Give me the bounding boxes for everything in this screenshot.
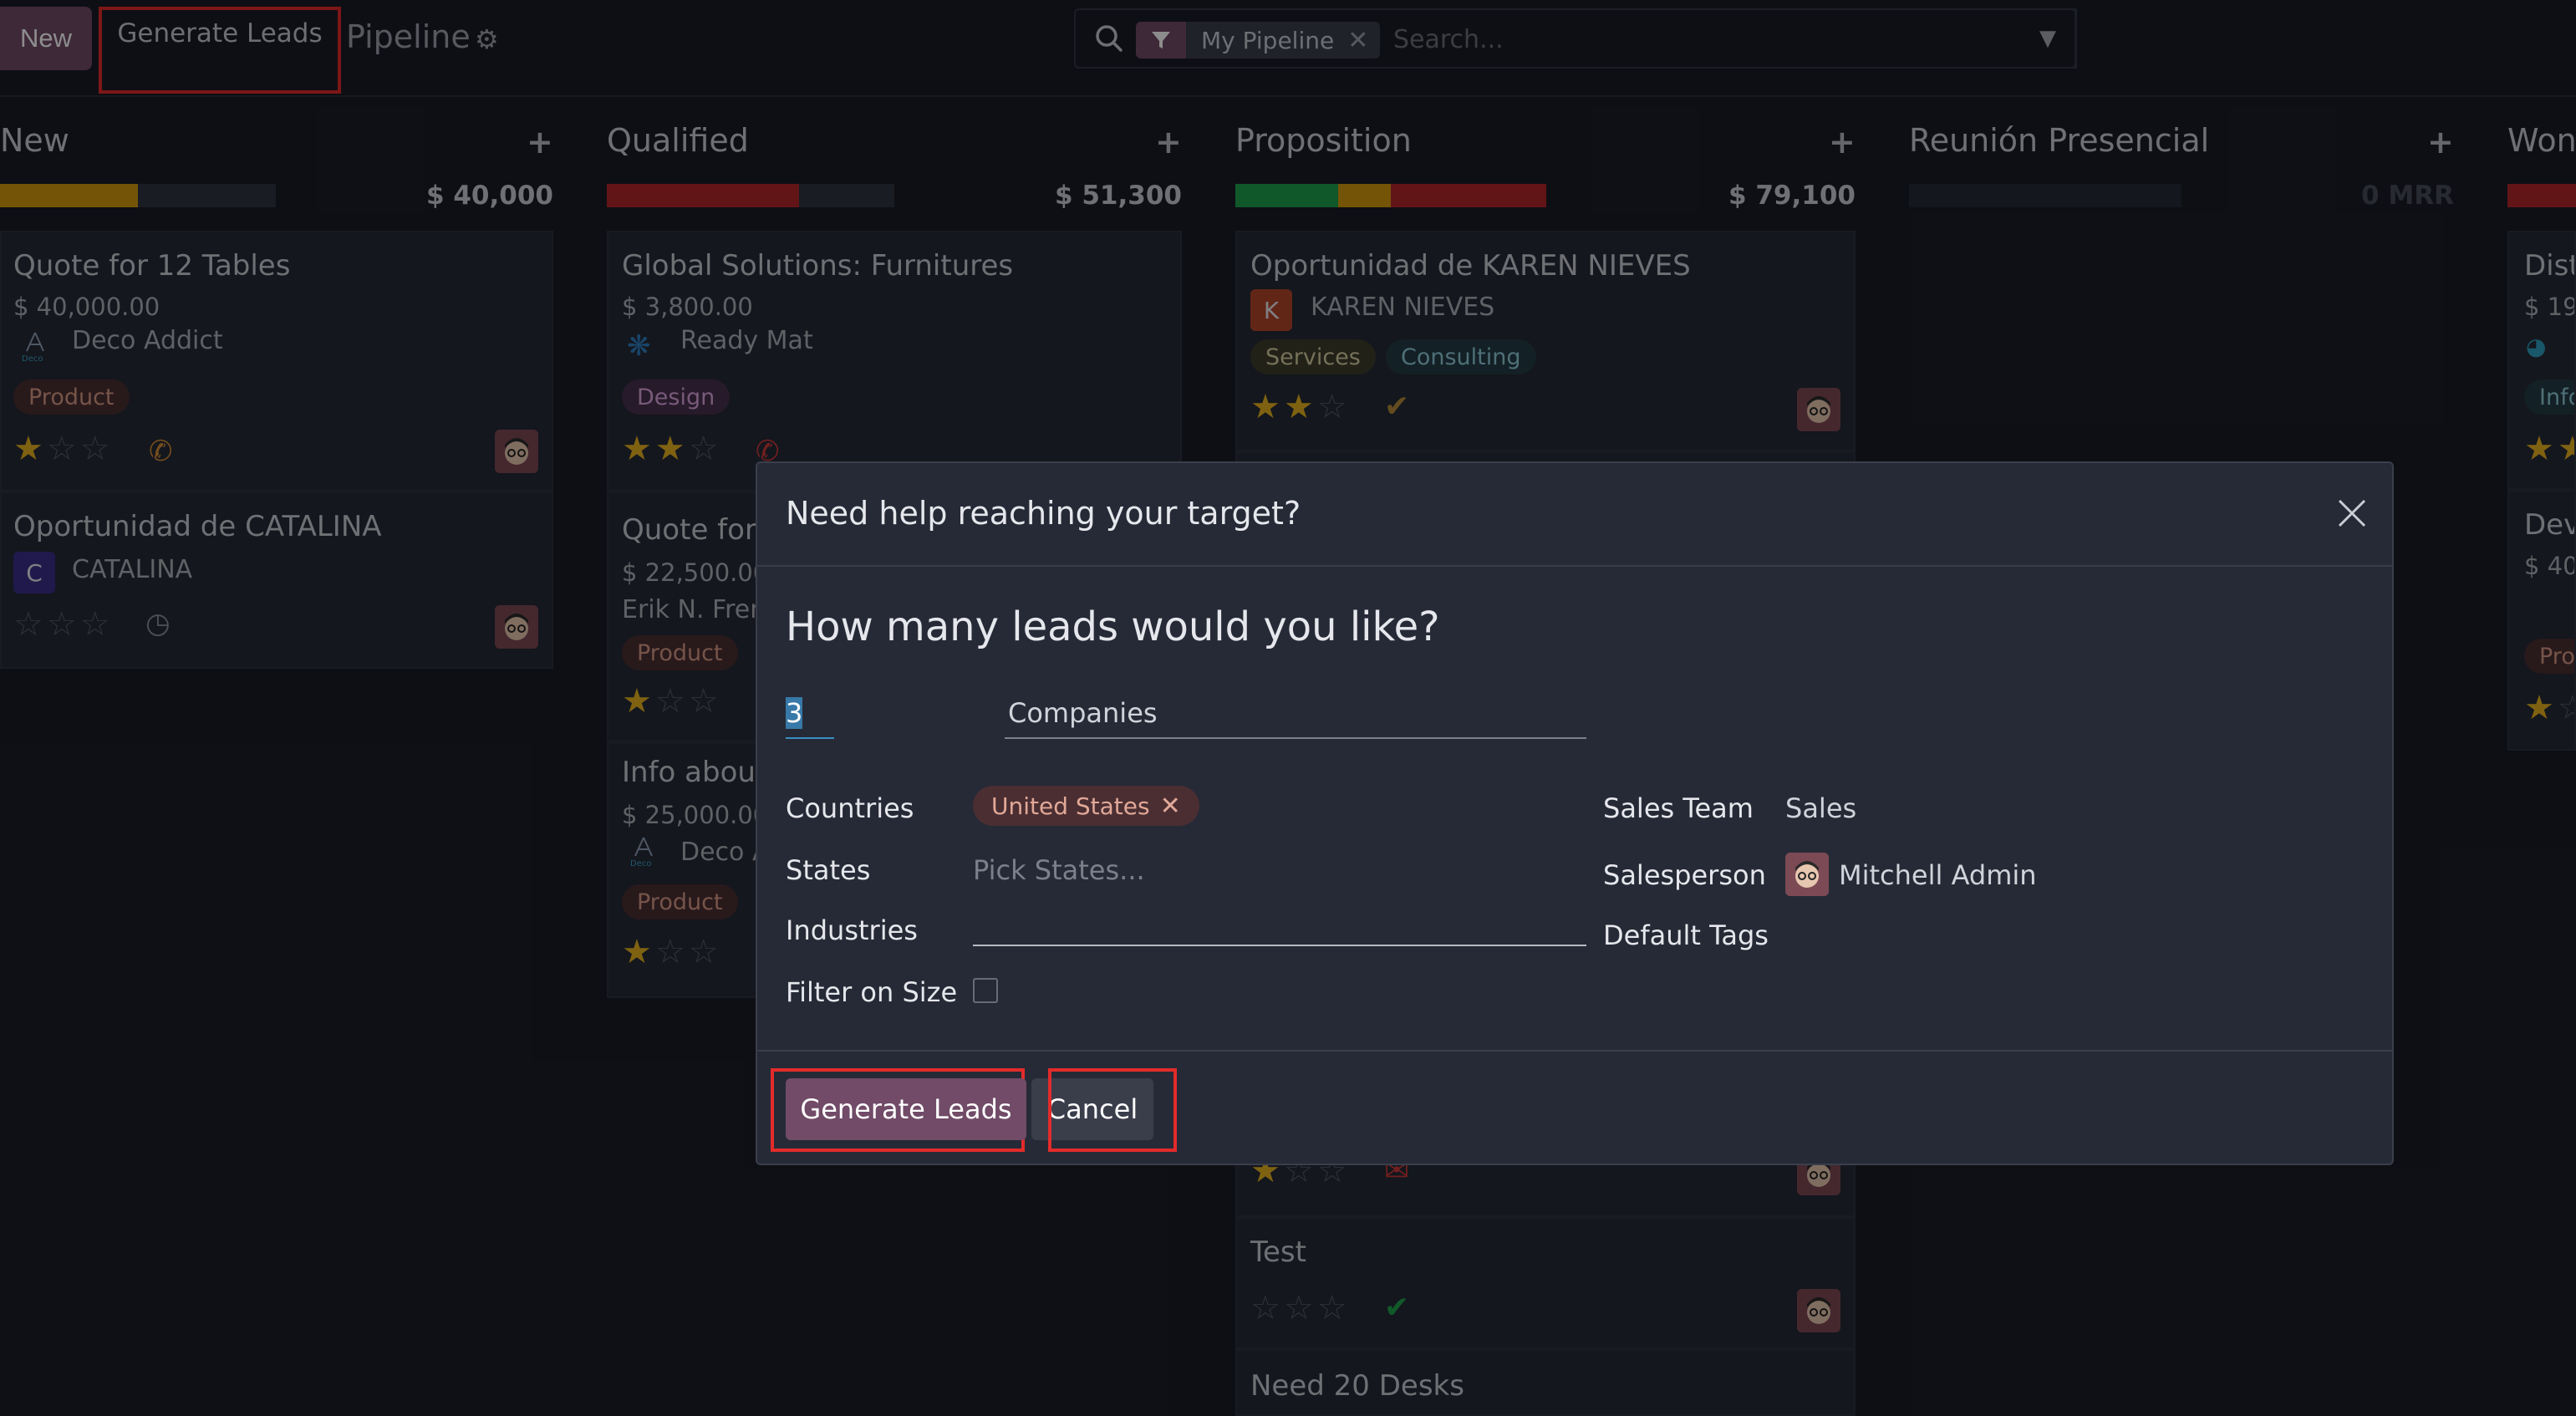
filter-size-checkbox[interactable] (973, 978, 998, 1003)
sales-team-label: Sales Team (1603, 792, 1754, 824)
lead-count-question: How many leads would you like? (786, 604, 1440, 650)
modal-title: Need help reaching your target? (786, 495, 1301, 532)
sales-team-field[interactable]: Sales (1785, 792, 1856, 824)
states-input[interactable]: Pick States... (973, 854, 1145, 886)
lead-count-value: 3 (786, 697, 803, 729)
generate-leads-submit-button[interactable]: Generate Leads (786, 1078, 1026, 1140)
remove-tag-icon[interactable]: ✕ (1160, 792, 1181, 821)
generate-leads-dialog: Need help reaching your target? How many… (756, 461, 2394, 1165)
states-label: States (786, 854, 871, 886)
highlight-outline (1048, 1068, 1177, 1152)
salesperson-field[interactable]: Mitchell Admin (1839, 859, 2037, 891)
country-tag-label: United States (991, 792, 1150, 820)
modal-footer: Generate Leads Cancel (757, 1050, 2392, 1165)
avatar (1785, 853, 1829, 896)
industries-input[interactable] (973, 898, 1586, 946)
filter-size-label: Filter on Size (786, 976, 958, 1008)
close-icon[interactable] (2335, 497, 2369, 530)
lead-count-input[interactable]: 3 (786, 697, 834, 739)
salesperson-label: Salesperson (1603, 859, 1766, 891)
industries-label: Industries (786, 914, 918, 946)
default-tags-label: Default Tags (1603, 919, 1769, 951)
country-tag[interactable]: United States ✕ (973, 786, 1199, 826)
lead-type-select[interactable]: Companies (1005, 697, 1586, 739)
modal-header: Need help reaching your target? (757, 463, 2392, 567)
countries-label: Countries (786, 792, 914, 824)
